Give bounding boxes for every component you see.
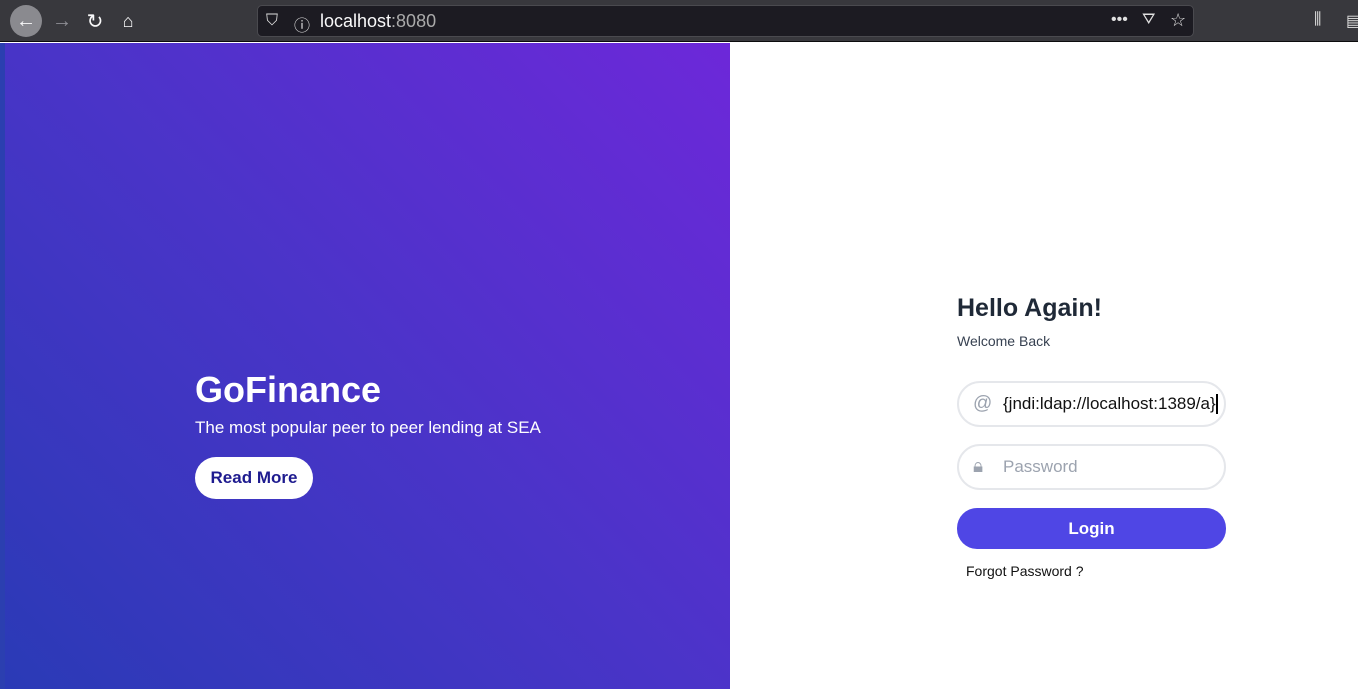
info-icon[interactable]: ⓘ <box>294 12 310 36</box>
hero-panel: GoFinance The most popular peer to peer … <box>5 43 730 689</box>
reload-button[interactable]: ↻ <box>79 5 111 37</box>
login-title: Hello Again! <box>957 294 1102 322</box>
login-subtitle: Welcome Back <box>957 333 1051 349</box>
browser-toolbar: ← → ↻ ⌂ ⛉ ⓘ localhost:8080 ••• ⛛ ☆ ⫼ ▤ <box>0 0 1358 42</box>
lock-icon: 🔒︎ <box>973 456 984 477</box>
home-button[interactable]: ⌂ <box>112 5 144 37</box>
password-field[interactable]: 🔒︎ Password <box>957 444 1226 490</box>
at-icon: @ <box>973 393 993 414</box>
shield-icon[interactable]: ⛉ <box>266 12 278 30</box>
text-cursor <box>1215 394 1218 414</box>
reader-icon[interactable]: ▤ <box>1346 11 1358 31</box>
email-value[interactable]: {jndi:ldap://localhost:1389/a} <box>1003 394 1216 414</box>
forward-button[interactable]: → <box>46 5 78 37</box>
read-more-button[interactable]: Read More <box>195 457 313 499</box>
url-bar[interactable]: ⛉ ⓘ localhost:8080 ••• ⛛ ☆ <box>257 5 1194 37</box>
forgot-password-link[interactable]: Forgot Password ? <box>966 563 1084 579</box>
pocket-icon[interactable]: ⛛ <box>1142 11 1155 29</box>
email-field[interactable]: @ {jndi:ldap://localhost:1389/a} <box>957 381 1226 427</box>
login-button[interactable]: Login <box>957 508 1226 549</box>
more-icon[interactable]: ••• <box>1111 11 1128 29</box>
url-text: localhost:8080 <box>320 11 437 31</box>
brand-title: GoFinance <box>195 369 382 410</box>
library-icon[interactable]: ⫼ <box>1314 11 1321 29</box>
password-placeholder[interactable]: Password <box>1003 457 1078 477</box>
back-button[interactable]: ← <box>10 5 42 37</box>
tagline: The most popular peer to peer lending at… <box>195 418 541 437</box>
star-icon[interactable]: ☆ <box>1170 10 1186 31</box>
